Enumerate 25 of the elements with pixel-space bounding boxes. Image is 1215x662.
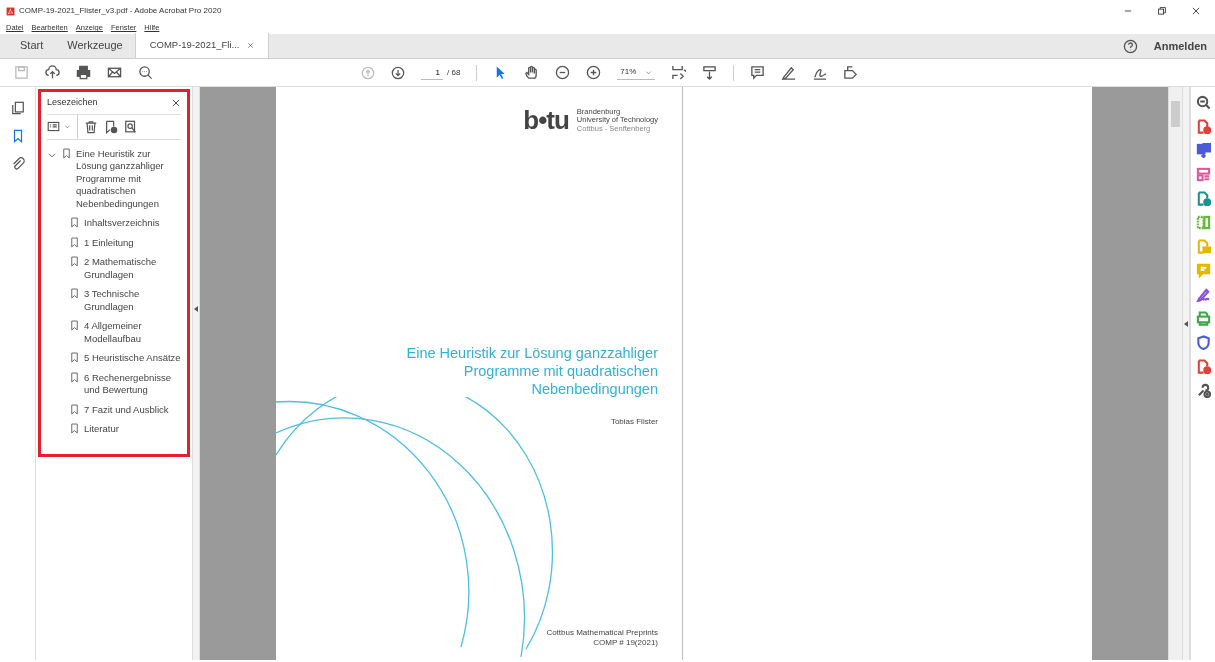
bookmark-item[interactable]: 3 Technische Grundlagen [84,288,181,313]
page-total: / 68 [447,66,461,79]
bookmark-item[interactable]: 6 Rechenergebnisse und Bewertung [84,371,181,397]
window-title: COMP-19-2021_Flister_v3.pdf - Adobe Acrobat Pro 2020 [19,5,222,17]
bookmark-item[interactable]: 4 Allgemeiner Modellaufbau [84,320,181,345]
tab[interactable]: Werkzeuge [55,33,135,58]
bookmark-item[interactable]: 2 Mathematische Grundlagen [84,256,181,281]
bookmark-item[interactable]: 1 Einleitung [84,236,134,249]
panel-title: Lesezeichen [47,96,98,109]
bookmark-item[interactable]: Literatur [84,423,119,436]
logo-mark: b•tu [523,104,569,137]
zoom-dropdown[interactable]: 71% [617,65,656,80]
sign-in-button[interactable]: Anmelden [1153,37,1207,55]
footer-text: COMP # 19(2021) [592,638,658,648]
bookmark-item[interactable]: 7 Fazit und Ausblick [84,403,169,416]
document-title: Programme mit quadratischen [462,362,658,380]
author-name: Tobias Flister [610,416,658,428]
bookmark-item[interactable]: 5 Heuristische Ansätze [84,352,181,365]
document-title: Eine Heuristik zur Lösung ganzzahliger [406,344,658,362]
bookmark-item[interactable]: Eine Heuristik zur Lösung ganzzahliger Programme mit quadratischen Nebenbedingungen [76,147,181,210]
bookmark-item[interactable]: Inhaltsverzeichnis [84,217,160,230]
footer-text: Cottbus Mathematical Preprints [546,628,658,638]
tab[interactable]: Start [8,33,56,58]
tab[interactable]: COMP-19-2021_Fli... [134,33,270,58]
document-title: Nebenbedingungen [530,380,658,398]
